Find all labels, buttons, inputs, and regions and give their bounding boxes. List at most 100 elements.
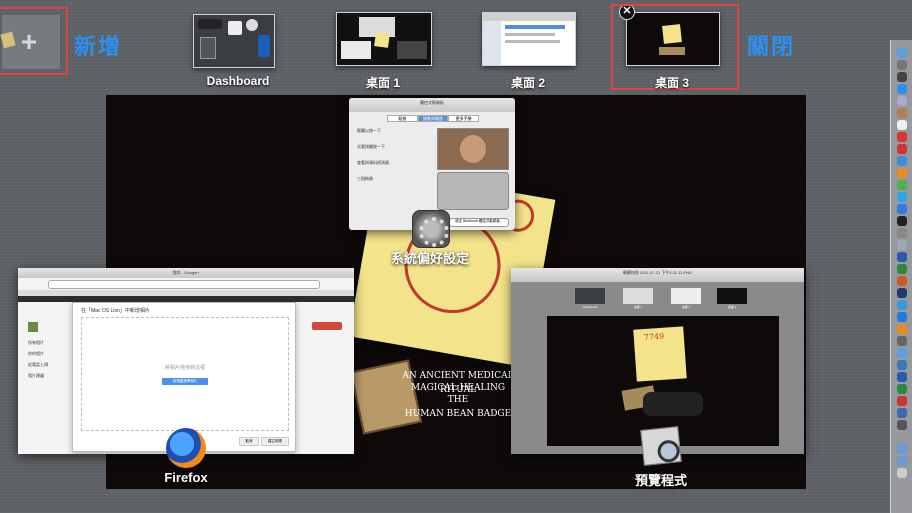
- sync-dock-icon[interactable]: [897, 432, 907, 442]
- sysprefs-app-label: 系統偏好設定: [390, 251, 469, 266]
- upload-dialog-title: 在「Mac OS Lion」中新增相片: [81, 308, 150, 314]
- space-thumb-dashboard[interactable]: [193, 14, 275, 68]
- close-space-label: 關閉: [747, 34, 796, 59]
- sysprefs-tab-gestures[interactable]: 更多手勢: [448, 115, 480, 122]
- sysprefs-option-1[interactable]: 輕觸以按一下: [357, 128, 435, 134]
- preview-titlebar: 螢幕快照 2011-07-21 下午3.22.11.PNG: [511, 268, 804, 282]
- word-dock-icon[interactable]: [897, 252, 907, 262]
- sysprefs-bluetooth-button[interactable]: 設定 Bluetooth 觸控式軌跡板...: [449, 218, 509, 227]
- mail-icon[interactable]: [897, 96, 907, 106]
- excel-dock-icon[interactable]: [897, 264, 907, 274]
- firefox-app-label: Firefox: [164, 470, 208, 485]
- space-thumb-desktop-2[interactable]: [482, 12, 576, 66]
- space-thumb-desktop-1[interactable]: [336, 12, 432, 66]
- widget-calculator-icon: [200, 37, 216, 59]
- preview-mini-spaces: Dashboard 桌面 1 桌面 2 桌面 3: [571, 288, 751, 312]
- utility-dock-icon[interactable]: [897, 336, 907, 346]
- launchpad-icon[interactable]: [897, 60, 907, 70]
- widget-stocks-icon: [258, 35, 270, 57]
- firefox-dock-icon[interactable]: [897, 168, 907, 178]
- sidebar-item-suggestions[interactable]: 相片建議: [28, 373, 68, 379]
- finder-icon[interactable]: [897, 48, 907, 58]
- mini-preview-window: [397, 41, 427, 59]
- preview-mini-thumb-desktop-1: [623, 288, 653, 304]
- chrome-dock-icon[interactable]: [897, 180, 907, 190]
- sidebar-item-all-photos[interactable]: 所有相片: [28, 340, 68, 346]
- upload-cancel-button[interactable]: 取消: [239, 437, 259, 446]
- itunes-2-dock-icon[interactable]: [897, 348, 907, 358]
- upload-drop-zone[interactable]: 將相片拖曳到這裡 從電腦選擇相片: [81, 317, 289, 431]
- firefox-url-bar[interactable]: [48, 280, 320, 289]
- sysprefs-tab-scroll[interactable]: 捲動與縮放: [417, 115, 449, 122]
- photo-booth-icon[interactable]: [897, 144, 907, 154]
- space-label-dashboard: Dashboard: [206, 74, 270, 88]
- x-dock-icon[interactable]: [897, 384, 907, 394]
- preview-dock-icon[interactable]: [897, 240, 907, 250]
- space-label-desktop-1: 桌面 1: [365, 76, 400, 90]
- downloads-folder-icon[interactable]: [897, 444, 907, 454]
- preview-mini-thumb-desktop-2: [671, 288, 701, 304]
- preview-mini-label-desktop-1: 桌面 1: [633, 305, 643, 309]
- camera-dock-icon[interactable]: [897, 420, 907, 430]
- skype-dock-icon[interactable]: [897, 192, 907, 202]
- safari-icon[interactable]: [897, 84, 907, 94]
- add-highlight-box: [0, 7, 68, 75]
- sysprefs-option-2[interactable]: 次要按鍵按一下: [357, 144, 435, 150]
- e-dock-icon[interactable]: [897, 408, 907, 418]
- preview-caption: [643, 392, 703, 416]
- preview-app-icon: [640, 426, 682, 466]
- add-space-label: 新增: [74, 34, 123, 59]
- contacts-icon[interactable]: [897, 108, 907, 118]
- powerpoint-dock-icon[interactable]: [897, 276, 907, 286]
- dropbox-dock-icon[interactable]: [897, 312, 907, 322]
- sidebar-item-your-photos[interactable]: 你的相片: [28, 351, 68, 357]
- sysprefs-tab-click[interactable]: 點按: [387, 115, 418, 122]
- itunes-icon[interactable]: [897, 156, 907, 166]
- firefox-window[interactable]: 我的 - Google+ 所有相片 你的相片 從電話上傳 相片建議 在「Mac …: [18, 268, 354, 454]
- google-share-button[interactable]: [312, 322, 342, 330]
- terminal-icon[interactable]: [897, 216, 907, 226]
- vlc-dock-icon[interactable]: [897, 324, 907, 334]
- address-dock-icon[interactable]: [897, 360, 907, 370]
- sysprefs-title: 觸控式軌跡板: [420, 100, 444, 105]
- sysprefs-video-preview: [437, 128, 509, 170]
- preview-window[interactable]: 螢幕快照 2011-07-21 下午3.22.11.PNG Dashboard …: [511, 268, 804, 454]
- mini-finder-sidebar: [483, 21, 501, 65]
- mini-finder-list-3: [505, 40, 560, 43]
- messenger-dock-icon[interactable]: [897, 300, 907, 310]
- app-store-icon[interactable]: [897, 204, 907, 214]
- magnifier-icon: [656, 439, 681, 464]
- sysprefs-options: 輕觸以按一下 次要按鍵按一下 查看與資料偵測器 三指拖移: [357, 128, 435, 182]
- preview-image: 7749: [547, 316, 779, 446]
- child-face-image: [460, 135, 486, 163]
- upload-select-button[interactable]: 從電腦選擇相片: [162, 378, 208, 385]
- sysprefs-dock-icon[interactable]: [897, 228, 907, 238]
- documents-folder-icon[interactable]: [897, 456, 907, 466]
- ical-icon[interactable]: [897, 132, 907, 142]
- preview-app-label: 預覽程式: [634, 473, 687, 488]
- preview-title: 螢幕快照 2011-07-21 下午3.22.11.PNG: [622, 270, 693, 275]
- firefox-title: 我的 - Google+: [172, 270, 200, 275]
- firefox-app-icon: [166, 428, 206, 468]
- firefox-sidebar: 所有相片 你的相片 從電話上傳 相片建議: [28, 322, 68, 379]
- mini-finder-toolbar: [483, 13, 575, 21]
- upload-drop-text: 將相片拖曳到這裡: [164, 365, 205, 371]
- mission-control-icon[interactable]: [897, 72, 907, 82]
- trash-icon[interactable]: [897, 468, 907, 478]
- upload-confirm-button[interactable]: 建立相簿: [261, 437, 289, 446]
- mini-firefox-window: [341, 41, 371, 59]
- dock: [890, 40, 912, 513]
- w-dock-icon[interactable]: [897, 372, 907, 382]
- sidebar-item-phone-upload[interactable]: 從電話上傳: [28, 362, 68, 368]
- sysprefs-option-3[interactable]: 查看與資料偵測器: [357, 160, 435, 166]
- photoshop-dock-icon[interactable]: [897, 288, 907, 298]
- preview-mini-thumb-desktop-3: [717, 288, 747, 304]
- mini-note-icon: [374, 32, 390, 48]
- calendar-icon[interactable]: [897, 120, 907, 130]
- preview-note-icon: 7749: [633, 326, 687, 382]
- sysprefs-option-4[interactable]: 三指拖移: [357, 176, 435, 182]
- dock-icon-stack: [895, 46, 909, 480]
- p-dock-icon[interactable]: [897, 396, 907, 406]
- widget-calendar-icon: [228, 21, 242, 35]
- space-label-desktop-3: 桌面 3: [654, 76, 689, 90]
